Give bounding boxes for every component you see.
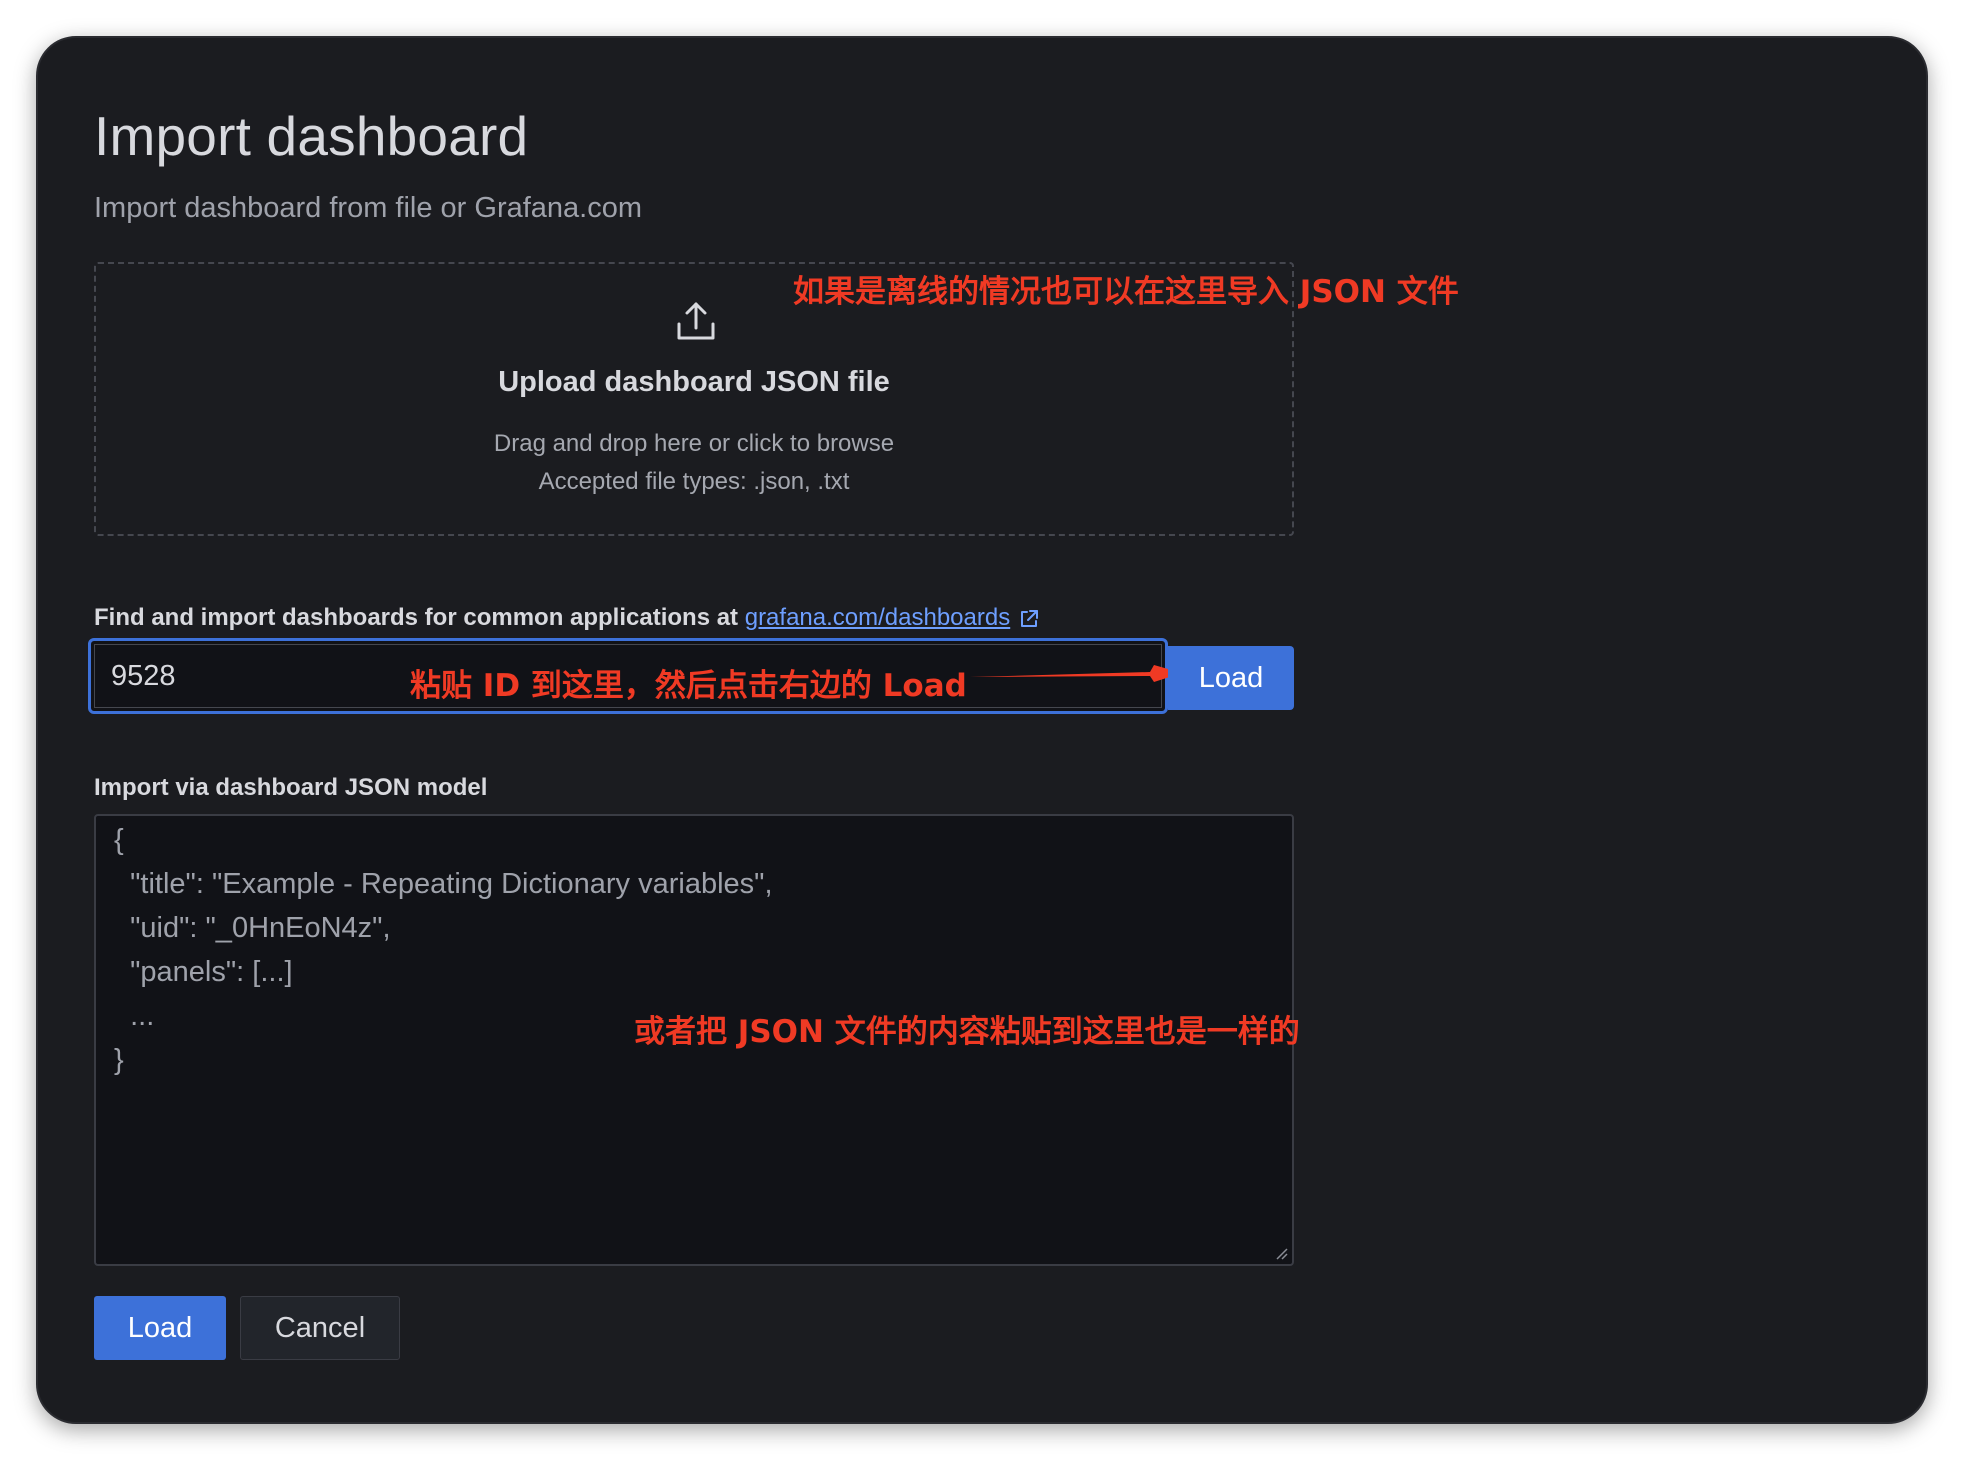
upload-hint: Drag and drop here or click to browse: [493, 430, 895, 457]
external-link-icon[interactable]: [1018, 608, 1040, 630]
grafana-com-label-text: Find and import dashboards for common ap…: [94, 604, 745, 631]
annotation-offline-import: 如果是离线的情况也可以在这里导入 JSON 文件: [793, 274, 1459, 310]
json-placeholder-line: {: [114, 824, 124, 856]
upload-title: Upload dashboard JSON file: [498, 366, 890, 398]
upload-icon: [677, 302, 715, 340]
cancel-button[interactable]: Cancel: [240, 1296, 400, 1360]
import-dashboard-panel: Import dashboard Import dashboard from f…: [36, 36, 1928, 1424]
resize-grip-icon[interactable]: [1274, 1246, 1288, 1260]
json-placeholder-line: ...: [114, 1000, 155, 1032]
grafana-com-link[interactable]: grafana.com/dashboards: [745, 604, 1011, 631]
load-by-id-button[interactable]: Load: [1168, 646, 1294, 710]
page-title: Import dashboard: [94, 105, 529, 167]
json-placeholder-line: "title": "Example - Repeating Dictionary…: [114, 868, 773, 900]
upload-accepted-types: Accepted file types: .json, .txt: [538, 468, 850, 495]
json-placeholder-line: }: [114, 1044, 124, 1076]
page-subtitle: Import dashboard from file or Grafana.co…: [94, 192, 643, 224]
json-placeholder-line: "uid": "_0HnEoN4z",: [114, 912, 391, 944]
grafana-com-label: Find and import dashboards for common ap…: [94, 604, 1040, 632]
annotation-paste-json: 或者把 JSON 文件的内容粘贴到这里也是一样的: [634, 1014, 1300, 1050]
load-button[interactable]: Load: [94, 1296, 226, 1360]
annotation-paste-id: 粘贴 ID 到这里，然后点击右边的 Load: [410, 668, 967, 704]
json-model-label: Import via dashboard JSON model: [94, 774, 488, 801]
json-placeholder-line: "panels": [...]: [114, 956, 293, 988]
